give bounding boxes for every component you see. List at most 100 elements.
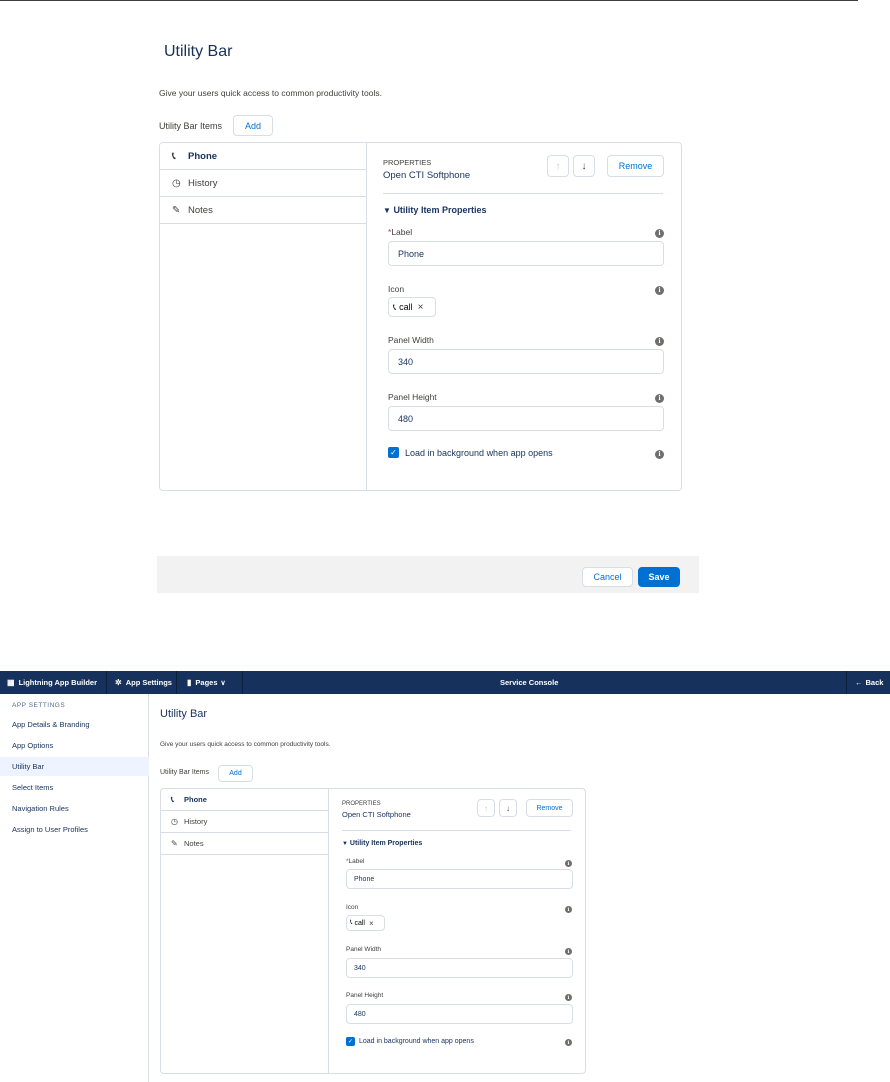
sidebar-item-app-details[interactable]: App Details & Branding [0,715,149,734]
add-button[interactable]: Add [218,765,253,782]
back-label: Back [865,678,884,687]
section-title: Utility Item Properties [393,205,487,215]
app-builder-brand[interactable]: ▦ Lightning App Builder [0,671,107,694]
info-icon[interactable]: i [565,1039,572,1046]
sidebar-item-assign-profiles[interactable]: Assign to User Profiles [0,820,149,839]
section-toggle[interactable]: ▼ Utility Item Properties [342,840,422,847]
icon-pill[interactable]: 📞︎ call × [346,915,385,931]
panel-width-input[interactable]: 340 [346,958,573,978]
page-icon: ▮ [187,678,192,687]
sidebar-item-utility-bar[interactable]: Utility Bar [0,757,149,776]
caret-down-icon: ▼ [383,206,391,215]
move-up-button[interactable]: ↑ [477,799,495,817]
info-icon[interactable]: i [655,450,664,459]
icon-pill[interactable]: 📞︎ call × [388,297,436,317]
pages-label: Pages [195,678,218,687]
remove-button[interactable]: Remove [607,155,664,177]
background-checkbox-label: Load in background when app opens [405,448,553,458]
list-item-phone[interactable]: 📞︎ Phone [160,143,366,170]
properties-heading: PROPERTIES [383,158,432,167]
info-icon[interactable]: i [565,860,572,867]
utility-items-label: Utility Bar Items [159,121,223,131]
list-item-label: Notes [188,204,213,216]
properties-item-name: Open CTI Softphone [383,170,471,181]
list-item-label: Phone [188,150,218,162]
settings-sidebar: APP SETTINGS App Details & Branding App … [0,694,149,1082]
note-icon: ✎ [171,839,178,848]
panel-width-input[interactable]: 340 [388,349,664,374]
top-divider [0,0,858,1]
arrow-left-icon: ← [855,678,863,687]
app-settings-label: App Settings [125,678,172,687]
label-text: Label [391,227,413,237]
info-icon[interactable]: i [565,948,572,955]
icon-pill-label: call [399,302,413,312]
list-item-history[interactable]: ◷ History [160,170,366,197]
note-icon: ✎ [172,204,181,216]
move-down-button[interactable]: ↓ [573,155,595,177]
list-item-label: History [184,817,208,826]
phone-icon: 📞︎ [350,919,353,926]
chevron-down-icon: ∨ [220,679,226,687]
panel-height-input[interactable]: 480 [388,406,664,431]
info-icon[interactable]: i [655,286,664,295]
info-icon[interactable]: i [655,394,664,403]
phone-icon: 📞︎ [171,794,174,804]
brand-label: Lightning App Builder [18,678,98,687]
app-name: Service Console [500,678,559,687]
label-field-label: *Label [346,858,364,865]
cancel-button[interactable]: Cancel [582,567,633,587]
app-settings-button[interactable]: ✲ App Settings [107,671,177,694]
info-icon[interactable]: i [565,906,572,913]
properties-pane: PROPERTIES Open CTI Softphone ↑ ↓ Remove… [367,143,681,490]
clock-icon: ◷ [172,177,181,189]
save-button[interactable]: Save [638,567,680,587]
page-description: Give your users quick access to common p… [160,741,331,748]
add-button[interactable]: Add [233,115,273,136]
list-item-notes[interactable]: ✎ Notes [161,833,328,855]
panel-height-label: Panel Height [388,392,437,402]
pages-menu[interactable]: ▮ Pages ∨ [177,671,243,694]
move-up-button[interactable]: ↑ [547,155,569,177]
divider [342,830,571,831]
list-item-label: History [188,177,218,189]
properties-item-name: Open CTI Softphone [342,810,411,819]
phone-icon: 📞︎ [393,301,397,312]
sidebar-item-navigation-rules[interactable]: Navigation Rules [0,799,149,818]
properties-pane: PROPERTIES Open CTI Softphone ↑ ↓ Remove… [329,789,585,1073]
panel-height-input[interactable]: 480 [346,1004,573,1024]
utility-items-card: 📞︎ Phone ◷ History ✎ Notes PROPERTIES Op… [160,788,586,1074]
utility-items-list: 📞︎ Phone ◷ History ✎ Notes [161,789,329,1073]
sidebar-item-app-options[interactable]: App Options [0,736,149,755]
label-text: Label [348,858,365,865]
global-nav-bar: ▦ Lightning App Builder ✲ App Settings ▮… [0,671,890,694]
close-icon[interactable]: × [418,302,424,313]
list-item-history[interactable]: ◷ History [161,811,328,833]
label-input[interactable]: Phone [346,869,573,889]
divider [383,193,663,194]
gear-icon: ✲ [115,678,122,687]
sidebar-item-select-items[interactable]: Select Items [0,778,149,797]
back-button[interactable]: ← Back [846,671,890,694]
close-icon[interactable]: × [369,919,374,928]
icon-field-label: Icon [346,904,359,911]
section-toggle[interactable]: ▼ Utility Item Properties [383,205,486,215]
grid-icon: ▦ [7,678,15,687]
list-item-label: Phone [184,795,207,804]
background-checkbox[interactable]: ✓ [346,1037,355,1046]
sidebar-heading: APP SETTINGS [12,702,66,709]
list-item-phone[interactable]: 📞︎ Phone [161,789,328,811]
move-down-button[interactable]: ↓ [499,799,517,817]
utility-items-label: Utility Bar Items [160,769,210,776]
page-title: Utility Bar [160,708,208,720]
background-checkbox[interactable]: ✓ [388,447,399,458]
info-icon[interactable]: i [655,337,664,346]
page-title: Utility Bar [164,43,233,60]
list-item-notes[interactable]: ✎ Notes [160,197,366,224]
info-icon[interactable]: i [655,229,664,238]
phone-icon: 📞︎ [172,150,176,162]
remove-button[interactable]: Remove [526,799,573,817]
label-input[interactable]: Phone [388,241,664,266]
info-icon[interactable]: i [565,994,572,1001]
list-item-label: Notes [184,839,204,848]
